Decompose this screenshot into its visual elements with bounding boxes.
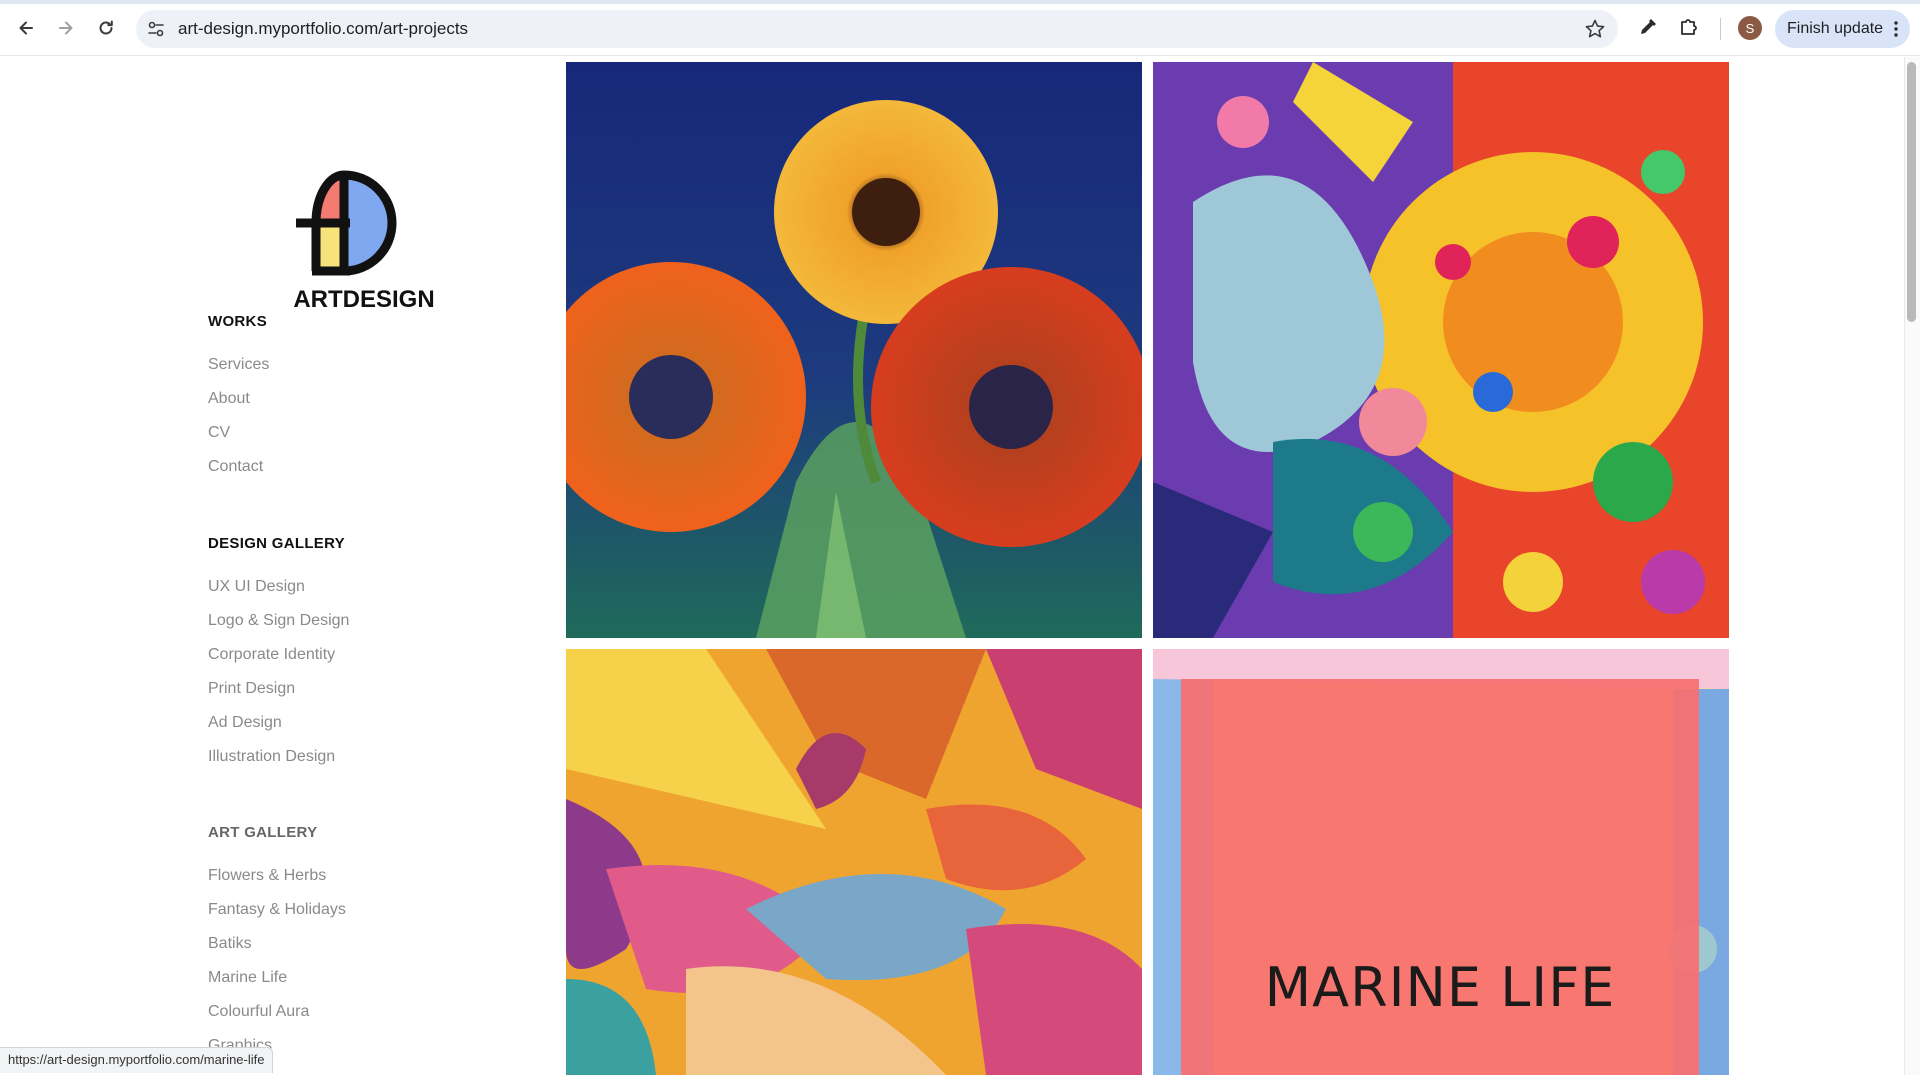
back-button[interactable]: [10, 12, 42, 44]
nav-link-colourful-aura[interactable]: Colourful Aura: [208, 1002, 346, 1036]
design-gallery-nav: DESIGN GALLERY UX UI Design Logo & Sign …: [208, 535, 349, 781]
nav-link-fantasy-holidays[interactable]: Fantasy & Holidays: [208, 900, 346, 934]
link-status-bubble: https://art-design.myportfolio.com/marin…: [0, 1047, 274, 1073]
gallery-tile-batiks[interactable]: [566, 649, 1142, 1075]
page-scrollbar-thumb[interactable]: [1907, 62, 1916, 322]
nav-link-services[interactable]: Services: [208, 355, 269, 389]
gallery-tile-flowers[interactable]: [566, 62, 1142, 638]
more-menu-icon[interactable]: [1894, 20, 1898, 38]
nav-link-corporate-identity[interactable]: Corporate Identity: [208, 645, 349, 679]
site-sidebar: ARTDESIGN WORKS Services About CV Contac…: [0, 57, 540, 1075]
nav-link-about[interactable]: About: [208, 389, 269, 423]
finish-update-button[interactable]: Finish update: [1775, 10, 1910, 48]
toolbar-separator: [1720, 18, 1721, 40]
tab-strip-edge: [0, 0, 1920, 4]
nav-link-logo-sign-design[interactable]: Logo & Sign Design: [208, 611, 349, 645]
profile-initial: S: [1745, 20, 1755, 36]
nav-link-marine-life[interactable]: Marine Life: [208, 968, 346, 1002]
nav-link-cv[interactable]: CV: [208, 423, 269, 457]
forward-arrow-icon: [59, 21, 73, 35]
batik-artwork-image: [566, 649, 1142, 1075]
gallery-tile-fantasy[interactable]: [1153, 62, 1729, 638]
nav-link-flowers-herbs[interactable]: Flowers & Herbs: [208, 866, 346, 900]
nav-link-print-design[interactable]: Print Design: [208, 679, 349, 713]
extensions-puzzle-icon[interactable]: [1677, 15, 1701, 39]
design-gallery-heading[interactable]: DESIGN GALLERY: [208, 535, 349, 555]
back-arrow-icon: [19, 21, 33, 35]
marine-life-overlay[interactable]: MARINE LIFE: [1181, 679, 1699, 1075]
works-nav: WORKS Services About CV Contact: [208, 313, 269, 491]
browser-toolbar: art-design.myportfolio.com/art-projects …: [0, 0, 1920, 56]
fantasy-artwork-image: [1153, 62, 1729, 638]
url-text[interactable]: art-design.myportfolio.com/art-projects: [178, 19, 468, 39]
reload-button[interactable]: [90, 12, 122, 44]
address-bar[interactable]: art-design.myportfolio.com/art-projects: [136, 10, 1618, 48]
nav-link-batiks[interactable]: Batiks: [208, 934, 346, 968]
flowers-artwork-image: [566, 62, 1142, 638]
forward-button[interactable]: [50, 12, 82, 44]
site-settings-icon[interactable]: [146, 19, 166, 39]
artdesign-logo[interactable]: ARTDESIGN: [294, 167, 434, 317]
nav-link-illustration-design[interactable]: Illustration Design: [208, 747, 349, 781]
nav-link-ad-design[interactable]: Ad Design: [208, 713, 349, 747]
eyedropper-icon[interactable]: [1636, 15, 1660, 39]
art-gallery-heading[interactable]: ART GALLERY: [208, 824, 346, 844]
reload-icon: [99, 20, 113, 35]
finish-update-label: Finish update: [1787, 20, 1884, 37]
marine-life-title: MARINE LIFE: [1264, 955, 1616, 1019]
logo-wordmark: ARTDESIGN: [294, 286, 434, 313]
nav-link-ux-ui-design[interactable]: UX UI Design: [208, 577, 349, 611]
bookmark-star-icon[interactable]: [1584, 18, 1606, 40]
works-heading[interactable]: WORKS: [208, 313, 269, 333]
nav-link-contact[interactable]: Contact: [208, 457, 269, 491]
art-gallery-nav: ART GALLERY Flowers & Herbs Fantasy & Ho…: [208, 824, 346, 1070]
gallery-tile-marine-life[interactable]: MARINE LIFE: [1153, 649, 1729, 1075]
profile-avatar[interactable]: S: [1738, 16, 1762, 40]
